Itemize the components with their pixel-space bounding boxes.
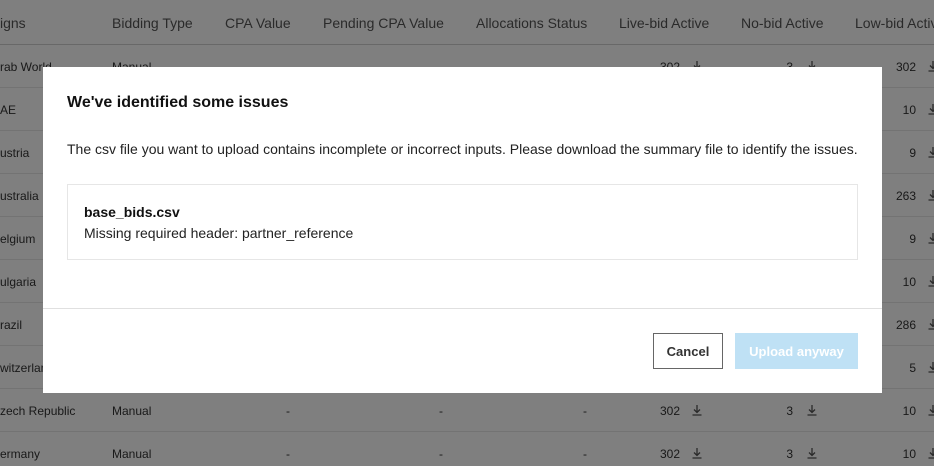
issue-file-name: base_bids.csv xyxy=(84,204,180,220)
dialog-message: The csv file you want to upload contains… xyxy=(67,141,858,157)
issue-detail: Missing required header: partner_referen… xyxy=(84,225,354,241)
dialog-title: We've identified some issues xyxy=(67,94,289,111)
issue-summary: base_bids.csv Missing required header: p… xyxy=(67,184,858,260)
cancel-button[interactable]: Cancel xyxy=(653,333,723,369)
upload-anyway-button[interactable]: Upload anyway xyxy=(735,333,858,369)
dialog-divider xyxy=(43,308,882,309)
issues-dialog: We've identified some issues The csv fil… xyxy=(43,67,882,393)
